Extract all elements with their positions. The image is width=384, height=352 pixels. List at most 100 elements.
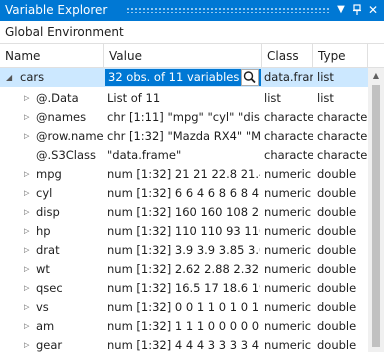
table-row[interactable]: ▷ vs num [1:32] 0 0 1 1 0 1 0 1 1 1 1 nu… [0,298,368,317]
variable-class: numeric [264,186,312,200]
table-row[interactable]: ▷ wt num [1:32] 2.62 2.88 2.32 3.21 nume… [0,260,368,279]
column-header: Name Value Class Type [0,43,384,68]
variable-name: wt [36,262,50,276]
variable-value: num [1:32] 110 110 93 110 175 [107,224,260,238]
expand-toggle-icon[interactable]: ▷ [24,184,29,203]
table-row[interactable]: ▷ @row.names chr [1:32] "Mazda RX4" "Maz… [0,127,368,146]
variable-type: double [317,262,357,276]
table-row[interactable]: ▷ am num [1:32] 1 1 1 0 0 0 0 0 0 0 0 nu… [0,317,368,336]
table-row-cars[interactable]: ◢ cars 32 obs. of 11 variables data.frar… [0,68,368,87]
variable-class: numeric [264,243,312,257]
chevron-down-icon[interactable]: ▼ [334,3,348,17]
variable-name: cars [20,70,45,84]
variable-class: numeric [264,167,312,181]
drag-grip[interactable] [126,7,330,13]
variable-class: characte [264,110,313,124]
variable-type: double [317,319,357,333]
expand-toggle-icon[interactable]: ▷ [24,336,29,352]
variable-class: numeric [264,300,312,314]
magnifier-icon[interactable] [241,69,259,86]
expand-toggle-icon[interactable]: ▷ [24,279,29,298]
close-icon[interactable]: ✕ [366,3,380,17]
table-row[interactable]: ▷ drat num [1:32] 3.9 3.9 3.85 3.08 3. n… [0,241,368,260]
environment-bar: Global Environment [0,21,384,43]
variable-name: disp [36,205,60,219]
variable-value: num [1:32] 16.5 17 18.6 19.4 17 [107,281,260,295]
variable-type: double [317,167,357,181]
column-header-value[interactable]: Value [104,44,262,68]
expand-toggle-icon[interactable]: ◢ [6,68,12,87]
variable-name: hp [36,224,51,238]
column-header-type[interactable]: Type [313,44,368,68]
environment-label: Global Environment [5,25,124,39]
variable-name: @.S3Class [36,148,97,162]
variable-type: double [317,243,357,257]
variable-class: numeric [264,338,312,352]
variable-name: gear [36,338,63,352]
variable-tree: ◢ cars 32 obs. of 11 variables data.frar… [0,68,368,352]
vertical-scrollbar[interactable]: ▲ [368,68,384,352]
variable-type: double [317,338,357,352]
variable-name: mpg [36,167,62,181]
pin-icon[interactable] [350,3,364,17]
variable-class: characte [264,148,313,162]
table-row[interactable]: ▷ gear num [1:32] 4 4 4 3 3 3 3 4 4 4 4 … [0,336,368,352]
variable-value: num [1:32] 6 6 4 6 8 6 8 4 4 6 6 8 [107,186,260,200]
variable-type: characte [317,110,368,124]
variable-type: list [317,70,334,84]
variable-class: numeric [264,262,312,276]
variable-value: List of 11 [107,91,161,105]
table-row[interactable]: @.S3Class "data.frame" characte characte [0,146,368,165]
variable-value: 32 obs. of 11 variables [108,70,240,84]
variable-name: @names [36,110,87,124]
variable-type: double [317,186,357,200]
window-title: Variable Explorer [5,3,108,17]
variable-name: qsec [36,281,63,295]
expand-toggle-icon[interactable]: ▷ [24,127,29,146]
table-row[interactable]: ▷ qsec num [1:32] 16.5 17 18.6 19.4 17 n… [0,279,368,298]
variable-class: numeric [264,281,312,295]
expand-toggle-icon[interactable]: ▷ [24,317,29,336]
expand-toggle-icon[interactable]: ▷ [24,241,29,260]
variable-class: data.frar [264,70,313,84]
variable-name: cyl [36,186,53,200]
variable-value: num [1:32] 0 0 1 1 0 1 0 1 1 1 1 [107,300,260,314]
title-bar: Variable Explorer ▼ ✕ [0,0,384,21]
variable-type: double [317,300,357,314]
variable-name: vs [36,300,49,314]
variable-class: characte [264,129,313,143]
variable-value: chr [1:32] "Mazda RX4" "Mazc [107,129,260,143]
table-row[interactable]: ▷ cyl num [1:32] 6 6 4 6 8 6 8 4 4 6 6 8… [0,184,368,203]
expand-toggle-icon[interactable]: ▷ [24,203,29,222]
variable-class: numeric [264,224,312,238]
variable-class: list [264,91,281,105]
variable-value: num [1:32] 160 160 108 258 360 [107,205,260,219]
variable-value: "data.frame" [107,148,182,162]
table-row[interactable]: ▷ @names chr [1:11] "mpg" "cyl" "disp" "… [0,108,368,127]
chevron-up-icon[interactable]: ▲ [368,68,384,84]
variable-name: drat [36,243,60,257]
column-header-name[interactable]: Name [0,44,104,68]
expand-toggle-icon[interactable]: ▷ [24,260,29,279]
table-row[interactable]: ▷ @.Data List of 11 list list [0,89,368,108]
expand-toggle-icon[interactable]: ▷ [24,108,29,127]
table-row[interactable]: ▷ hp num [1:32] 110 110 93 110 175 numer… [0,222,368,241]
variable-name: @.Data [36,91,79,105]
variable-name: @row.names [36,129,104,143]
column-header-class[interactable]: Class [262,44,313,68]
variable-value-editor[interactable]: 32 obs. of 11 variables [105,69,261,86]
variable-name: am [36,319,55,333]
variable-value: num [1:32] 21 21 22.8 21.4 18.7 [107,167,260,181]
expand-toggle-icon[interactable]: ▷ [24,222,29,241]
variable-type: double [317,224,357,238]
variable-value: num [1:32] 4 4 4 3 3 3 3 4 4 4 4 [107,338,260,352]
table-row[interactable]: ▷ mpg num [1:32] 21 21 22.8 21.4 18.7 nu… [0,165,368,184]
expand-toggle-icon[interactable]: ▷ [24,89,29,108]
expand-toggle-icon[interactable]: ▷ [24,298,29,317]
table-row[interactable]: ▷ disp num [1:32] 160 160 108 258 360 nu… [0,203,368,222]
scrollbar-thumb[interactable] [372,85,380,347]
variable-class: numeric [264,319,312,333]
variable-value: num [1:32] 2.62 2.88 2.32 3.21 [107,262,260,276]
expand-toggle-icon[interactable]: ▷ [24,165,29,184]
variable-value: num [1:32] 1 1 1 0 0 0 0 0 0 0 0 [107,319,260,333]
